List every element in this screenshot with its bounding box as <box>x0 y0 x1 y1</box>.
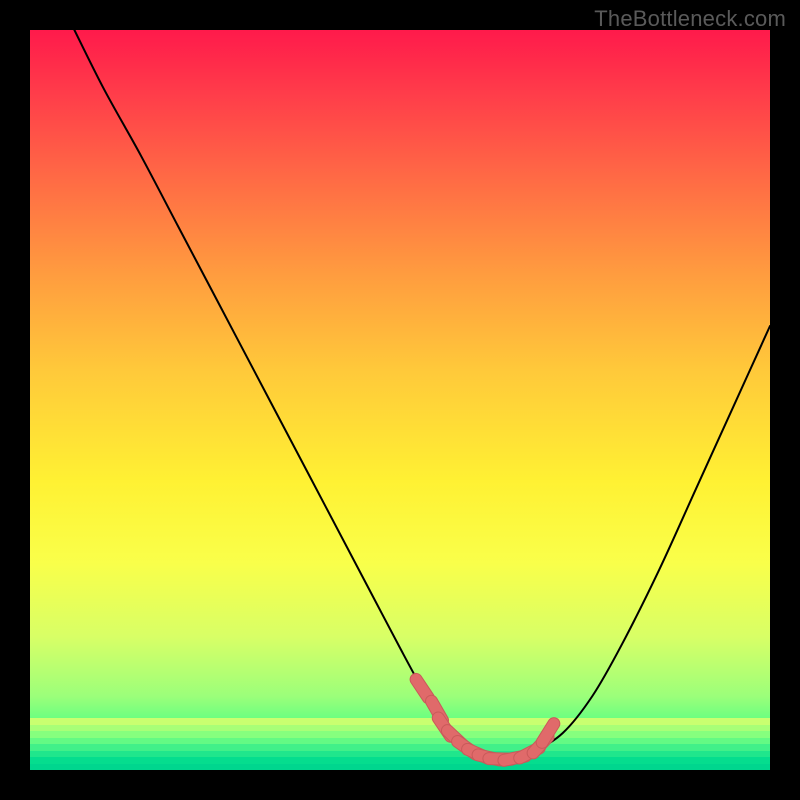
plot-area <box>30 30 770 770</box>
curve-group <box>74 30 770 760</box>
plateau-markers <box>416 679 554 760</box>
chart-frame: TheBottleneck.com <box>0 0 800 800</box>
watermark-text: TheBottleneck.com <box>594 6 786 32</box>
plateau-marker <box>416 679 428 697</box>
chart-svg <box>30 30 770 770</box>
bottleneck-curve <box>74 30 770 760</box>
